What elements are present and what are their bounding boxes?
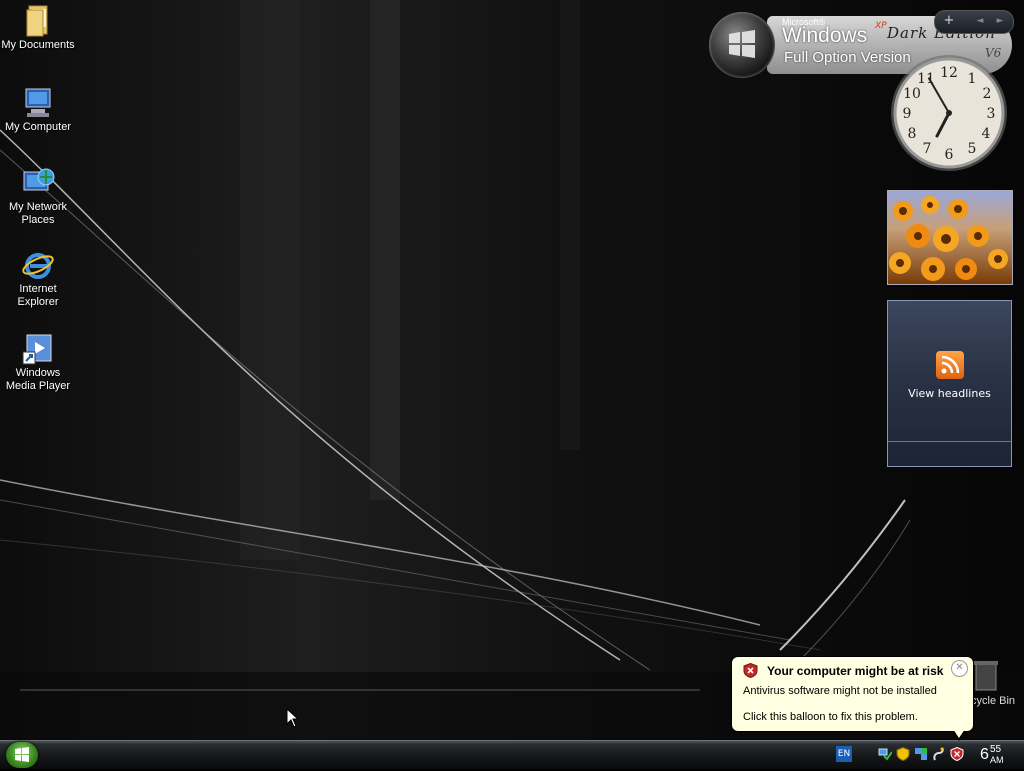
next-gadgets-button[interactable]: ► [991,13,1009,29]
network-tray-icon[interactable] [878,747,892,761]
svg-text:5: 5 [968,141,977,157]
svg-text:7: 7 [923,141,932,157]
security-alert-balloon[interactable]: Your computer might be at risk ✕ Antivir… [731,656,974,741]
feed-divider [888,441,1011,442]
balloon-action-text[interactable]: Click this balloon to fix this problem. [743,711,918,723]
svg-text:9: 9 [903,106,912,122]
clock-minute: 55 [990,744,1002,755]
svg-text:8: 8 [908,126,917,142]
svg-text:6: 6 [945,147,954,163]
safely-remove-tray-icon[interactable] [932,747,946,761]
desktop-wallpaper [0,0,1024,740]
folder-documents-icon [26,5,48,37]
network-places-icon [23,168,55,191]
security-shield-tray-icon[interactable] [896,747,910,761]
desktop-icon-my-documents[interactable]: My Documents [0,4,76,52]
clock-hour: 6 [980,746,989,763]
windows-orb-logo [709,12,775,78]
mouse-cursor-icon [286,708,300,728]
svg-text:1: 1 [968,71,977,87]
balloon-message: Antivirus software might not be installe… [743,685,937,697]
desktop-icon-my-computer[interactable]: My Computer [0,86,76,134]
clock-gadget[interactable]: 12 12 345 678 91011 [888,52,1010,174]
slideshow-gadget[interactable] [887,190,1013,285]
svg-text:10: 10 [903,86,921,102]
recycle-bin-icon [974,661,998,691]
svg-text:12: 12 [940,65,958,81]
view-headlines-link[interactable]: View headlines [888,387,1011,400]
svg-text:3: 3 [987,106,996,122]
language-indicator[interactable]: EN [836,746,852,762]
branding-windows: Windows [782,24,868,47]
media-player-icon [22,334,52,365]
computer-icon [25,88,51,117]
security-alert-icon [743,663,758,678]
desktop-icon-label: Windows Media Player [5,367,71,392]
security-alert-tray-icon[interactable] [950,747,964,761]
taskbar: EN 6 55 AM [0,740,1024,769]
start-button[interactable] [6,742,38,768]
desktop-icon-label: My Computer [4,121,72,133]
add-gadget-button[interactable]: + [940,13,958,29]
desktop-icon-my-network-places[interactable]: My Network Places [0,166,76,227]
windows-flag-icon [729,30,755,58]
internet-explorer-icon [22,253,54,279]
windows-flag-icon [15,747,29,762]
desktop-icon-label: My Network Places [8,201,68,226]
network-connection-tray-icon[interactable] [914,747,928,761]
balloon-title: Your computer might be at risk [767,664,944,678]
rss-feed-icon [936,351,964,379]
desktop-icon-windows-media-player[interactable]: Windows Media Player [0,332,76,393]
sidebar-controls: + ◄ ► [934,10,1014,34]
balloon-tail-fill [953,729,965,738]
desktop-icon-label: Internet Explorer [17,283,59,308]
clock-ampm: AM [990,755,1004,765]
feed-headlines-gadget[interactable]: View headlines [887,300,1012,467]
svg-text:4: 4 [982,126,991,142]
desktop-icon-internet-explorer[interactable]: Internet Explorer [0,248,76,309]
balloon-close-button[interactable]: ✕ [951,660,968,677]
svg-text:2: 2 [983,86,992,102]
branding-xp: XP [875,21,887,31]
previous-gadgets-button[interactable]: ◄ [971,13,989,29]
desktop-icon-label: My Documents [1,39,75,51]
